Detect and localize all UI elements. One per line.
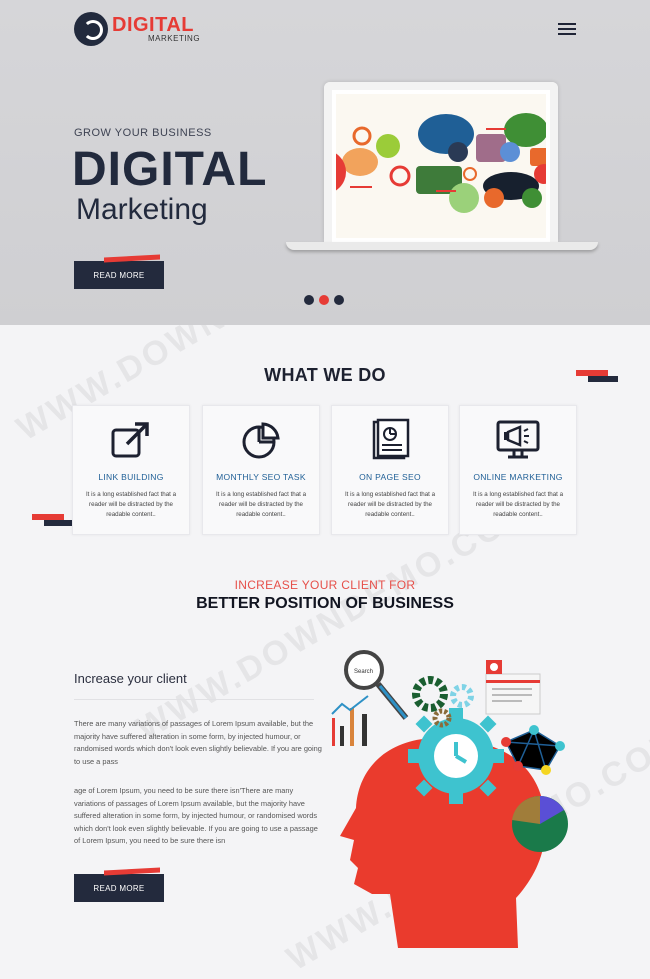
cloud-network-graphic <box>336 113 546 213</box>
service-card-link-building[interactable]: LINK BUILDING It is a long established f… <box>72 405 190 535</box>
report-icon <box>372 418 410 460</box>
card-text: It is a long established fact that a rea… <box>215 491 307 518</box>
hero-read-more-button[interactable]: READ MORE <box>74 261 164 289</box>
card-text: It is a long established fact that a rea… <box>85 491 177 518</box>
laptop-illustration <box>286 82 598 252</box>
slider-dot-1[interactable] <box>304 295 314 305</box>
service-card-on-page-seo[interactable]: ON PAGE SEO It is a long established fac… <box>331 405 449 535</box>
service-card-monthly-seo[interactable]: MONTHLY SEO TASK It is a long establishe… <box>202 405 320 535</box>
divider <box>74 699 314 700</box>
decorative-bars <box>576 370 618 382</box>
card-text: It is a long established fact that a rea… <box>472 491 564 518</box>
megaphone-monitor-icon <box>496 420 540 459</box>
increase-read-more-button[interactable]: READ MORE <box>74 874 164 902</box>
brand-subtitle: MARKETING <box>148 34 201 43</box>
brand-title: DIGITAL <box>112 14 195 36</box>
search-label: Search <box>354 669 373 675</box>
head-gears-illustration: Search <box>331 650 568 948</box>
increase-heading: Increase your client <box>74 671 187 686</box>
logo-mark-icon <box>74 12 108 46</box>
brand-logo[interactable]: DIGITAL MARKETING <box>74 12 200 46</box>
hero-title: DIGITAL <box>72 143 268 196</box>
card-title: MONTHLY SEO TASK <box>216 472 306 482</box>
card-text: It is a long established fact that a rea… <box>344 491 436 518</box>
pie-chart-icon <box>242 422 280 459</box>
slider-dot-2[interactable] <box>319 295 329 305</box>
card-title: LINK BUILDING <box>98 472 164 482</box>
hamburger-menu-icon[interactable] <box>558 23 576 35</box>
increase-paragraph-1: There are many variations of passages of… <box>74 719 322 766</box>
hero-section: DIGITAL MARKETING GROW YOUR BUSINESS DIG… <box>0 0 650 325</box>
increase-paragraph-2: age of Lorem Ipsum, you need to be sure … <box>74 786 318 846</box>
decorative-bars <box>32 514 74 526</box>
external-link-icon <box>111 422 149 458</box>
card-title: ON PAGE SEO <box>359 472 421 482</box>
hero-kicker: GROW YOUR BUSINESS <box>74 127 212 139</box>
hero-subtitle: Marketing <box>76 193 208 226</box>
slider-dots <box>304 295 344 305</box>
card-title: ONLINE MARKETING <box>473 472 563 482</box>
slider-dot-3[interactable] <box>334 295 344 305</box>
what-we-do-title: WHAT WE DO <box>264 365 386 385</box>
increase-kicker: INCREASE YOUR CLIENT FOR <box>234 578 416 592</box>
increase-title: BETTER POSITION OF BUSINESS <box>196 595 454 612</box>
service-card-online-marketing[interactable]: ONLINE MARKETING It is a long establishe… <box>459 405 577 535</box>
